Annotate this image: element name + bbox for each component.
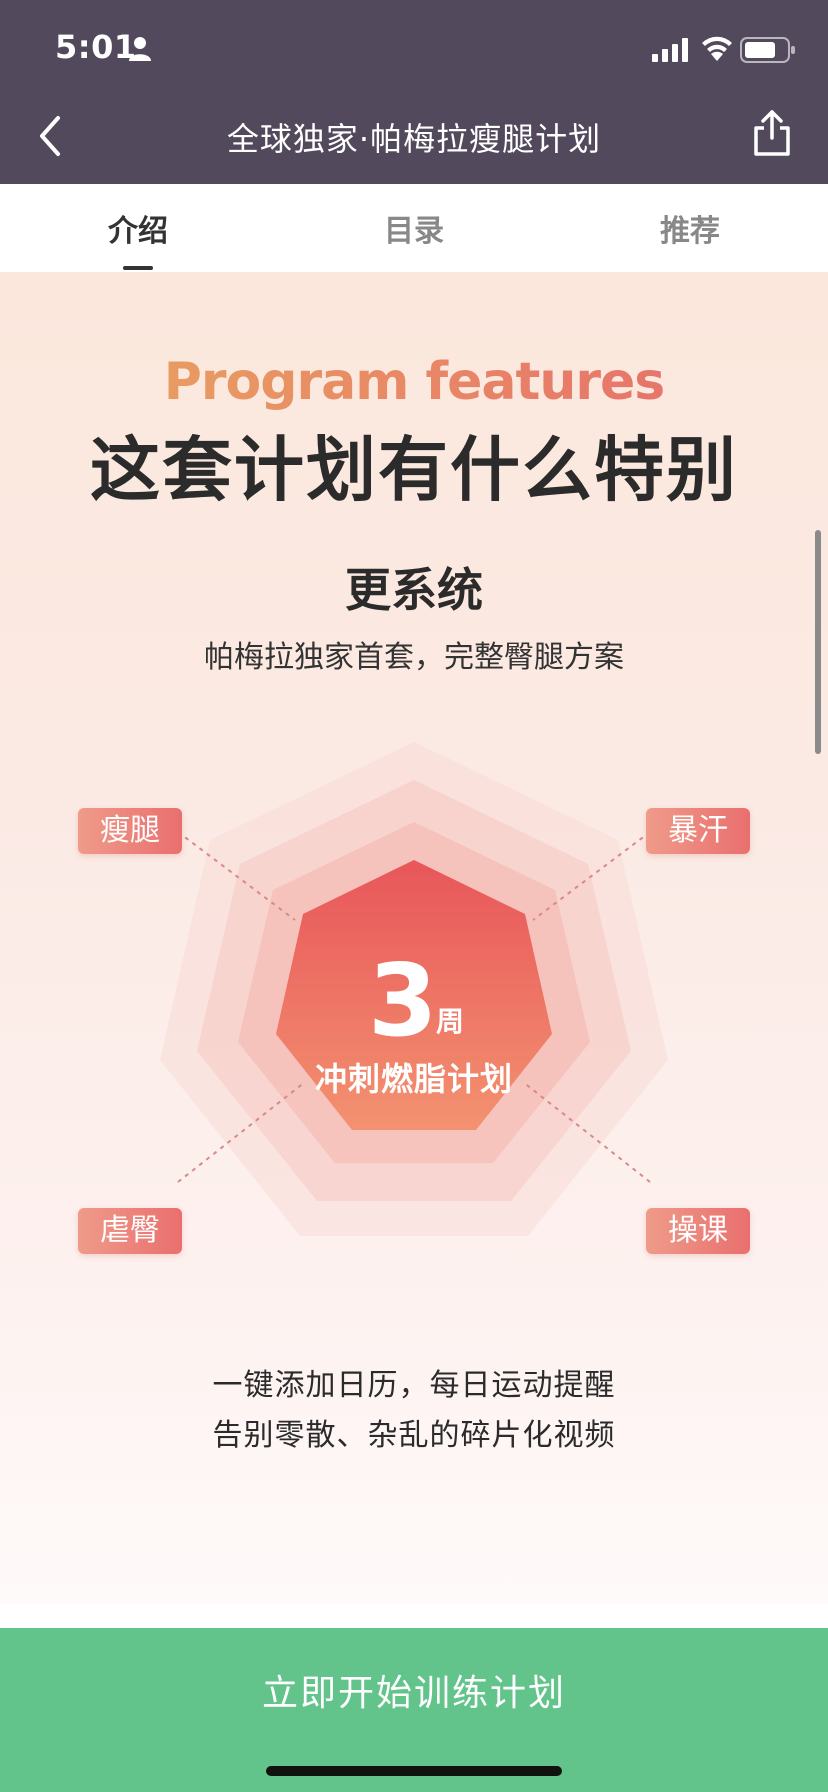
scrollbar[interactable] bbox=[815, 530, 821, 754]
weeks-unit: 周 bbox=[436, 1005, 465, 1038]
headline-english: Program features bbox=[0, 352, 828, 412]
intro-poster: Program features 这套计划有什么特别 更系统 帕梅拉独家首套，完… bbox=[0, 272, 828, 1604]
cellular-signal-icon bbox=[652, 38, 688, 62]
benefit-text: 告别零散、杂乱的碎片化视频 bbox=[212, 1418, 616, 1453]
status-bar: 5:01 bbox=[0, 0, 828, 88]
share-icon[interactable] bbox=[750, 108, 794, 158]
nav-bar: 全球独家·帕梅拉瘦腿计划 bbox=[0, 88, 828, 184]
home-indicator[interactable] bbox=[266, 1766, 562, 1776]
start-training-label: 立即开始训练计划 bbox=[261, 1673, 566, 1714]
tab-recommend[interactable]: 推荐 bbox=[620, 206, 760, 250]
tag-class: 操课 bbox=[646, 1208, 750, 1254]
weeks-number: 3 bbox=[368, 942, 438, 1059]
reminder-text: 一键添加日历，每日运动提醒 bbox=[212, 1368, 616, 1403]
tab-active-indicator bbox=[123, 266, 153, 270]
page-title: 全球独家·帕梅拉瘦腿计划 bbox=[226, 120, 602, 158]
person-icon bbox=[129, 37, 151, 61]
tab-catalog[interactable]: 目录 bbox=[344, 206, 484, 250]
tag-glutes: 虐臀 bbox=[78, 1208, 182, 1254]
feature-description: 帕梅拉独家首套，完整臀腿方案 bbox=[204, 640, 624, 675]
plan-label: 冲刺燃脂计划 bbox=[314, 1060, 513, 1098]
tag-sweat: 暴汗 bbox=[646, 808, 750, 854]
feature-title: 更系统 bbox=[345, 563, 483, 617]
program-diagram: 瘦腿 暴汗 虐臀 操课 3 周 冲刺燃脂计划 bbox=[0, 712, 828, 1312]
tab-bar: 介绍 目录 推荐 bbox=[0, 184, 828, 272]
tag-slim-legs: 瘦腿 bbox=[78, 808, 182, 854]
wifi-icon bbox=[702, 36, 732, 61]
battery-icon bbox=[740, 37, 795, 63]
headline-chinese: 这套计划有什么特别 bbox=[90, 429, 738, 511]
tab-intro[interactable]: 介绍 bbox=[68, 206, 208, 250]
status-time: 5:01 bbox=[55, 28, 137, 66]
